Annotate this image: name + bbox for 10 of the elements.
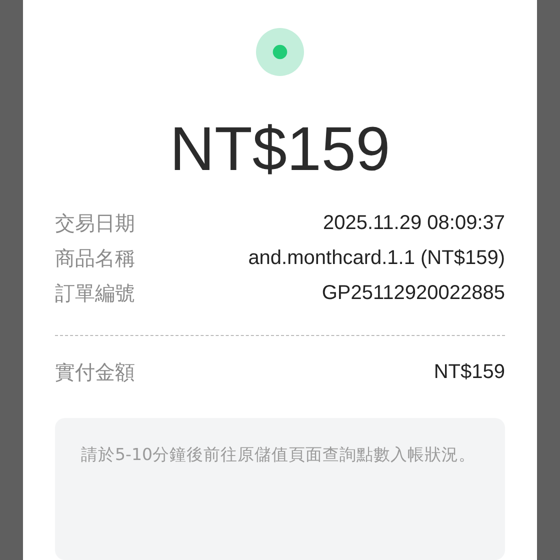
detail-value: and.monthcard.1.1 (NT$159): [248, 247, 505, 270]
note-text: 請於5-10分鐘後前往原儲值頁面查詢點數入帳狀況。: [81, 444, 476, 466]
paid-label: 實付金額: [55, 359, 135, 386]
detail-value: GP25112920022885: [322, 282, 505, 305]
detail-value: 2025.11.29 08:09:37: [322, 212, 505, 235]
amount: NT$159: [170, 114, 390, 186]
detail-label: 訂單編號: [55, 280, 135, 307]
paid-value: NT$159: [434, 361, 505, 384]
detail-label: 商品名稱: [55, 245, 135, 272]
detail-label: 交易日期: [55, 210, 135, 237]
